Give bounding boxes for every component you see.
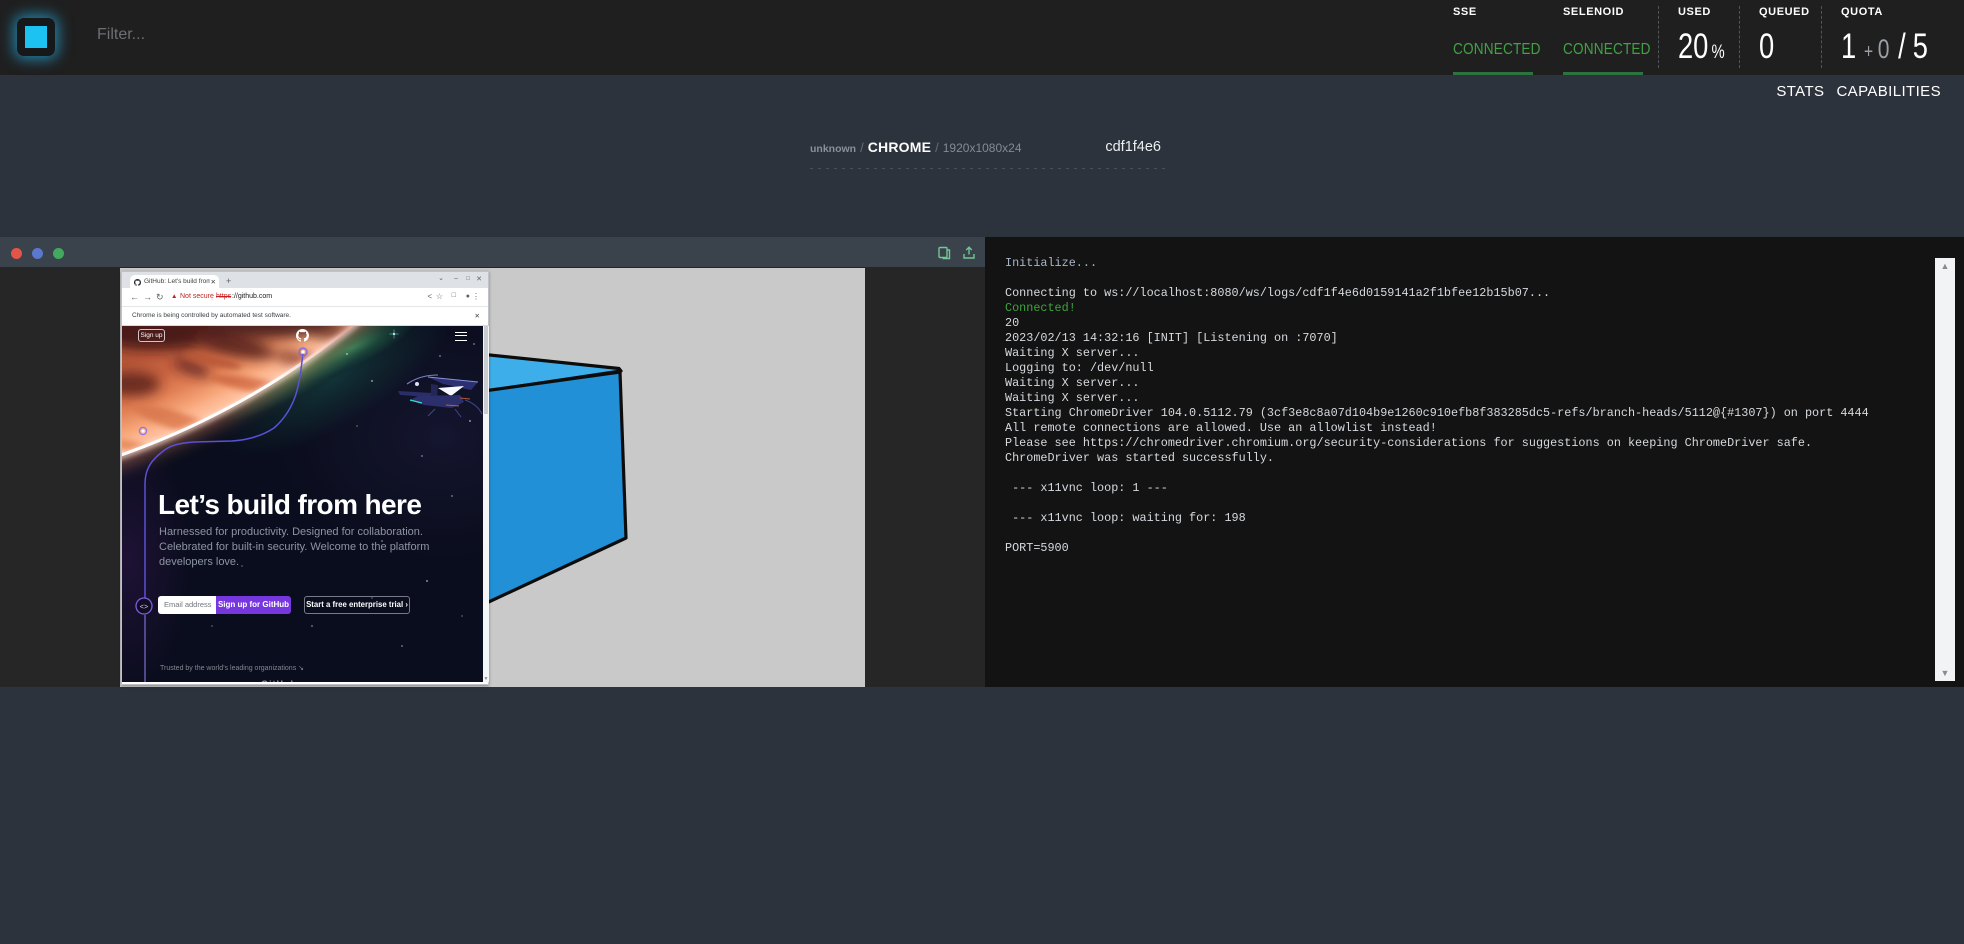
svg-text:<>: <> (140, 604, 148, 612)
